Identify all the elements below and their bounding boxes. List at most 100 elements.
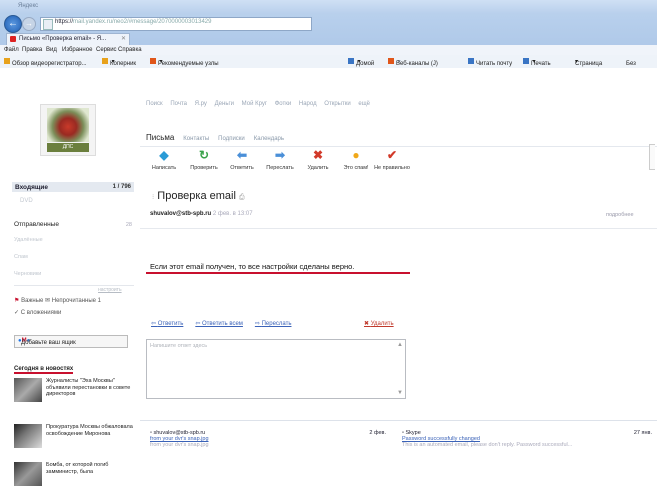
divider bbox=[14, 285, 134, 286]
suggested-sites-icon bbox=[150, 58, 156, 64]
toolbar-button-forward[interactable]: ➡ Переслать bbox=[262, 148, 298, 172]
back-button[interactable]: ← bbox=[4, 15, 22, 33]
refresh-icon: ↻ bbox=[198, 148, 210, 162]
folder-inbox-count: 1 / 796 bbox=[112, 184, 131, 190]
delete-link[interactable]: ✖ Удалить bbox=[364, 320, 394, 327]
window-titlebar: Яндекс bbox=[0, 0, 657, 14]
favorite-item-kopernik[interactable]: Коперник ▾ bbox=[102, 58, 136, 67]
menu-tools[interactable]: Сервис bbox=[96, 47, 117, 53]
spam-icon: ● bbox=[352, 148, 360, 162]
tab-contacts[interactable]: Контакты bbox=[183, 136, 209, 142]
add-mailbox-button[interactable]: Добавьте ваш ящик ●M● bbox=[14, 335, 128, 348]
folders-settings-link[interactable]: настроить bbox=[98, 287, 122, 293]
divider bbox=[140, 228, 657, 229]
feeds-button[interactable]: Веб-каналы (J) ▾ bbox=[388, 58, 438, 67]
reply-link[interactable]: ⇦ Ответить bbox=[151, 321, 183, 327]
flag-icon: ⚑ bbox=[14, 298, 20, 304]
nav-mail[interactable]: Почта bbox=[170, 101, 187, 107]
news-item[interactable]: Бомба, от которой погиб замминистр, была bbox=[14, 462, 134, 490]
favorites-bar: Обзор видеорегистратор... Коперник ▾ Рек… bbox=[0, 55, 657, 69]
address-bar[interactable]: https://mail.yandex.ru/neo2/#message/207… bbox=[40, 17, 312, 31]
home-icon bbox=[348, 58, 354, 64]
menu-view[interactable]: Вид bbox=[46, 47, 57, 53]
menu-favorites[interactable]: Избранное bbox=[62, 47, 92, 53]
tab-close-icon[interactable]: ✕ bbox=[121, 35, 126, 42]
folder-deleted[interactable]: Удалённые bbox=[14, 237, 43, 243]
nav-more[interactable]: ещё bbox=[358, 101, 370, 107]
nav-moikrug[interactable]: Мой Круг bbox=[242, 101, 267, 107]
bookmark-icon bbox=[102, 58, 108, 64]
nav-money[interactable]: Деньги bbox=[215, 101, 234, 107]
not-spam-icon: ✔ bbox=[386, 148, 398, 162]
forward-icon: ➡ bbox=[274, 148, 286, 162]
toolbar-button-label: Ответить bbox=[230, 165, 254, 171]
page-menu-button[interactable]: Страница ▾ bbox=[575, 58, 602, 67]
toolbar-button-label: Проверить bbox=[190, 165, 218, 171]
reply-placeholder: Напишите ответ здесь bbox=[150, 343, 208, 349]
right-scroll-edge[interactable] bbox=[649, 140, 655, 200]
menu-file[interactable]: Файл bbox=[4, 47, 19, 53]
toolbar-button-compose[interactable]: ◆ Написать bbox=[146, 149, 182, 172]
star-icon bbox=[4, 58, 10, 64]
toolbar-button-refresh[interactable]: ↻ Проверить bbox=[186, 148, 222, 172]
folder-spam[interactable]: Спам bbox=[14, 254, 28, 260]
forward-button[interactable]: → bbox=[22, 17, 36, 31]
forward-link[interactable]: ⇨ Переслать bbox=[255, 321, 292, 327]
mail-icon bbox=[468, 58, 474, 64]
list-item[interactable]: ▫ shuvalov@stb-spb.ru 2 фев. from your dv… bbox=[150, 430, 386, 448]
label-important[interactable]: ⚑ Важные ✉ Непрочитанные 1 bbox=[14, 297, 101, 304]
news-title: Сегодня в новостях bbox=[14, 366, 74, 374]
folder-sent[interactable]: Отправленные 28 bbox=[14, 221, 134, 228]
browser-tab[interactable]: Письмо «Проверка email» - Я... ✕ bbox=[6, 33, 130, 45]
favorite-item-dvr[interactable]: Обзор видеорегистратор... bbox=[4, 58, 87, 67]
tab-title: Письмо «Проверка email» - Я... bbox=[19, 36, 107, 42]
news-thumbnail bbox=[14, 378, 42, 402]
print-message-icon[interactable]: ⎙ bbox=[239, 194, 245, 201]
toolbar-button-not-spam[interactable]: ✔ Не правильно bbox=[374, 148, 410, 172]
user-logo[interactable]: ДПС bbox=[40, 104, 96, 156]
folder-sent-count: 28 bbox=[125, 222, 132, 228]
nav-search[interactable]: Поиск bbox=[146, 101, 163, 107]
toolbar-button-delete[interactable]: ✖ Удалить bbox=[300, 148, 336, 172]
toolbar-button-label: Не правильно bbox=[374, 165, 410, 171]
message-sender: shuvalov@stb-spb.ru 2 фев. в 13:07 bbox=[150, 211, 253, 217]
details-link[interactable]: подробнее bbox=[606, 212, 634, 218]
folder-inbox[interactable]: Входящие 1 / 796 bbox=[12, 182, 134, 192]
toolbar-button-label: Удалить bbox=[307, 165, 329, 171]
scroll-down-icon[interactable]: ▼ bbox=[397, 390, 403, 396]
nav-photos[interactable]: Фотки bbox=[275, 101, 292, 107]
list-item[interactable]: ▫ Skype 27 янв. Password successfully cha… bbox=[402, 430, 652, 448]
label-attachments[interactable]: ✓ С вложениями bbox=[14, 309, 61, 316]
scroll-up-icon[interactable]: ▲ bbox=[397, 342, 403, 348]
menu-edit[interactable]: Правка bbox=[22, 47, 42, 53]
tab-subscriptions[interactable]: Подписки bbox=[218, 136, 245, 142]
delete-icon: ✖ bbox=[312, 148, 324, 162]
reply-all-link[interactable]: ⇦ Ответить всем bbox=[195, 321, 243, 327]
toolbar-button-spam[interactable]: ● Это спам! bbox=[338, 148, 374, 172]
highlight-underline bbox=[146, 272, 410, 274]
nav-cards[interactable]: Открытки bbox=[324, 101, 350, 107]
tab-letters[interactable]: Письма bbox=[146, 133, 174, 142]
tab-calendar[interactable]: Календарь bbox=[254, 136, 284, 142]
news-thumbnail bbox=[14, 424, 42, 448]
subject-marker-icon: ⁝ bbox=[152, 194, 155, 201]
logo-caption: ДПС bbox=[47, 143, 89, 152]
window-title: Яндекс bbox=[18, 3, 39, 9]
folder-drafts[interactable]: Черновики bbox=[14, 271, 41, 277]
menu-help[interactable]: Справка bbox=[118, 47, 142, 53]
read-mail-button[interactable]: Читать почту bbox=[468, 58, 512, 67]
favorite-item-suggested[interactable]: Рекомендуемые узлы ▾ bbox=[150, 58, 219, 67]
news-item[interactable]: Журналисты "Эха Москвы" объявили переста… bbox=[14, 378, 134, 412]
delete-x-icon: ✖ bbox=[364, 321, 370, 327]
logo-image bbox=[47, 108, 89, 142]
toolbar-button-reply[interactable]: ⬅ Ответить bbox=[224, 149, 260, 172]
nav-yaru[interactable]: Я.ру bbox=[195, 101, 207, 107]
print-button[interactable]: Печать ▾ bbox=[523, 58, 551, 67]
nav-narod[interactable]: Народ bbox=[299, 101, 317, 107]
folder-sent-label: Отправленные bbox=[14, 221, 59, 228]
news-item[interactable]: Прокуратура Москвы обжаловала освобожден… bbox=[14, 424, 134, 452]
reply-textarea[interactable]: Напишите ответ здесь ▲ ▼ bbox=[146, 339, 406, 399]
toolbar-button-label: Переслать bbox=[266, 165, 294, 171]
home-button[interactable]: Домой ▾ bbox=[348, 58, 374, 67]
toolbar-button-label: Это спам! bbox=[343, 165, 369, 171]
